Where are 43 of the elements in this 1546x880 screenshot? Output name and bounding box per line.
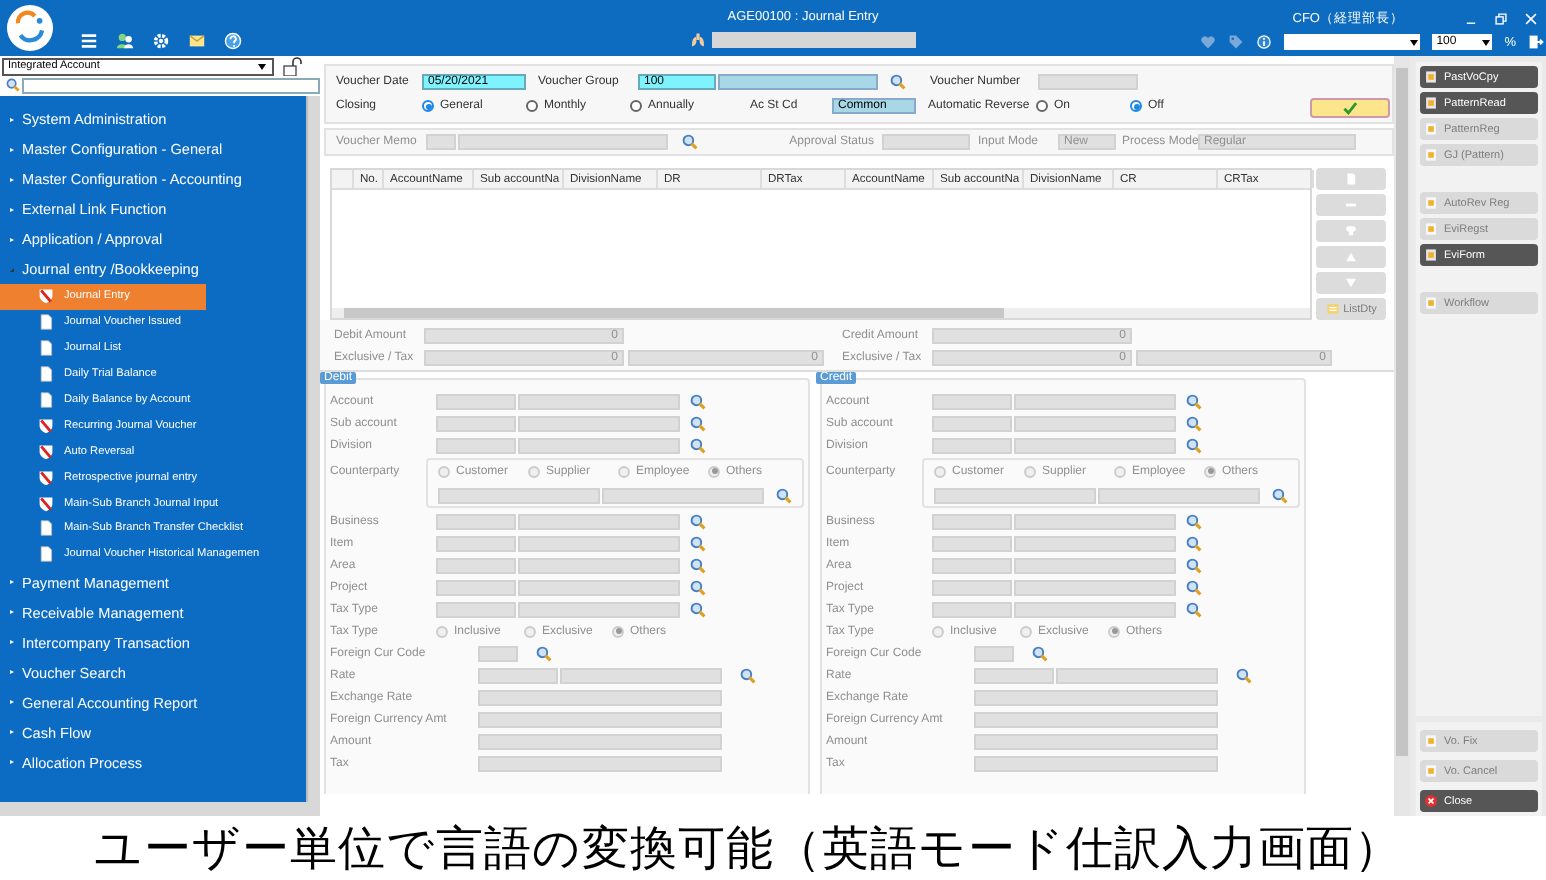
restore-icon[interactable] bbox=[1494, 12, 1508, 26]
page-icon bbox=[1344, 172, 1358, 186]
minus-icon bbox=[1344, 198, 1358, 212]
people-icon[interactable] bbox=[116, 32, 134, 50]
shield-icon bbox=[38, 495, 54, 512]
document-icon bbox=[1424, 734, 1438, 748]
shield-icon bbox=[38, 443, 54, 460]
search-icon bbox=[6, 78, 20, 92]
dropdown[interactable] bbox=[1284, 34, 1421, 50]
shield-icon bbox=[38, 469, 54, 486]
tag-icon[interactable] bbox=[1228, 34, 1245, 50]
search-icon[interactable] bbox=[890, 74, 906, 90]
close-icon bbox=[1424, 794, 1438, 808]
stack-icon bbox=[1344, 224, 1358, 238]
input-field[interactable] bbox=[718, 74, 878, 90]
heart-icon[interactable] bbox=[1200, 34, 1217, 50]
shield-icon bbox=[38, 288, 54, 305]
search-field[interactable] bbox=[22, 77, 320, 93]
confirm-button[interactable] bbox=[1310, 98, 1390, 118]
lock-icon[interactable] bbox=[280, 56, 304, 76]
info-icon[interactable] bbox=[1256, 34, 1273, 50]
horizontal-scrollbar[interactable] bbox=[332, 308, 1310, 318]
document-icon bbox=[1424, 296, 1438, 310]
menu-icon[interactable] bbox=[80, 32, 98, 50]
input-field[interactable] bbox=[1038, 74, 1138, 90]
checkmark-icon bbox=[1342, 100, 1358, 116]
close-icon[interactable] bbox=[1524, 12, 1538, 26]
exit-icon[interactable] bbox=[1528, 34, 1544, 50]
caption-text: ユーザー単位で言語の変換可能（英語モード仕訳入力画面） bbox=[92, 818, 1404, 880]
mail-icon[interactable] bbox=[188, 32, 206, 50]
list-icon bbox=[1325, 302, 1340, 316]
lungs-icon bbox=[690, 32, 706, 48]
document-icon bbox=[1424, 764, 1438, 778]
shield-icon bbox=[38, 417, 54, 434]
vertical-scrollbar[interactable] bbox=[1394, 56, 1410, 816]
horizontal-scrollbar[interactable] bbox=[0, 802, 320, 816]
settings-icon[interactable] bbox=[152, 32, 170, 50]
up-arrow-icon bbox=[1344, 250, 1358, 264]
down-arrow-icon bbox=[1344, 276, 1358, 290]
vertical-scrollbar[interactable] bbox=[306, 96, 320, 802]
logo-icon bbox=[6, 4, 54, 52]
help-icon[interactable] bbox=[224, 32, 242, 50]
search-field[interactable] bbox=[712, 32, 916, 48]
